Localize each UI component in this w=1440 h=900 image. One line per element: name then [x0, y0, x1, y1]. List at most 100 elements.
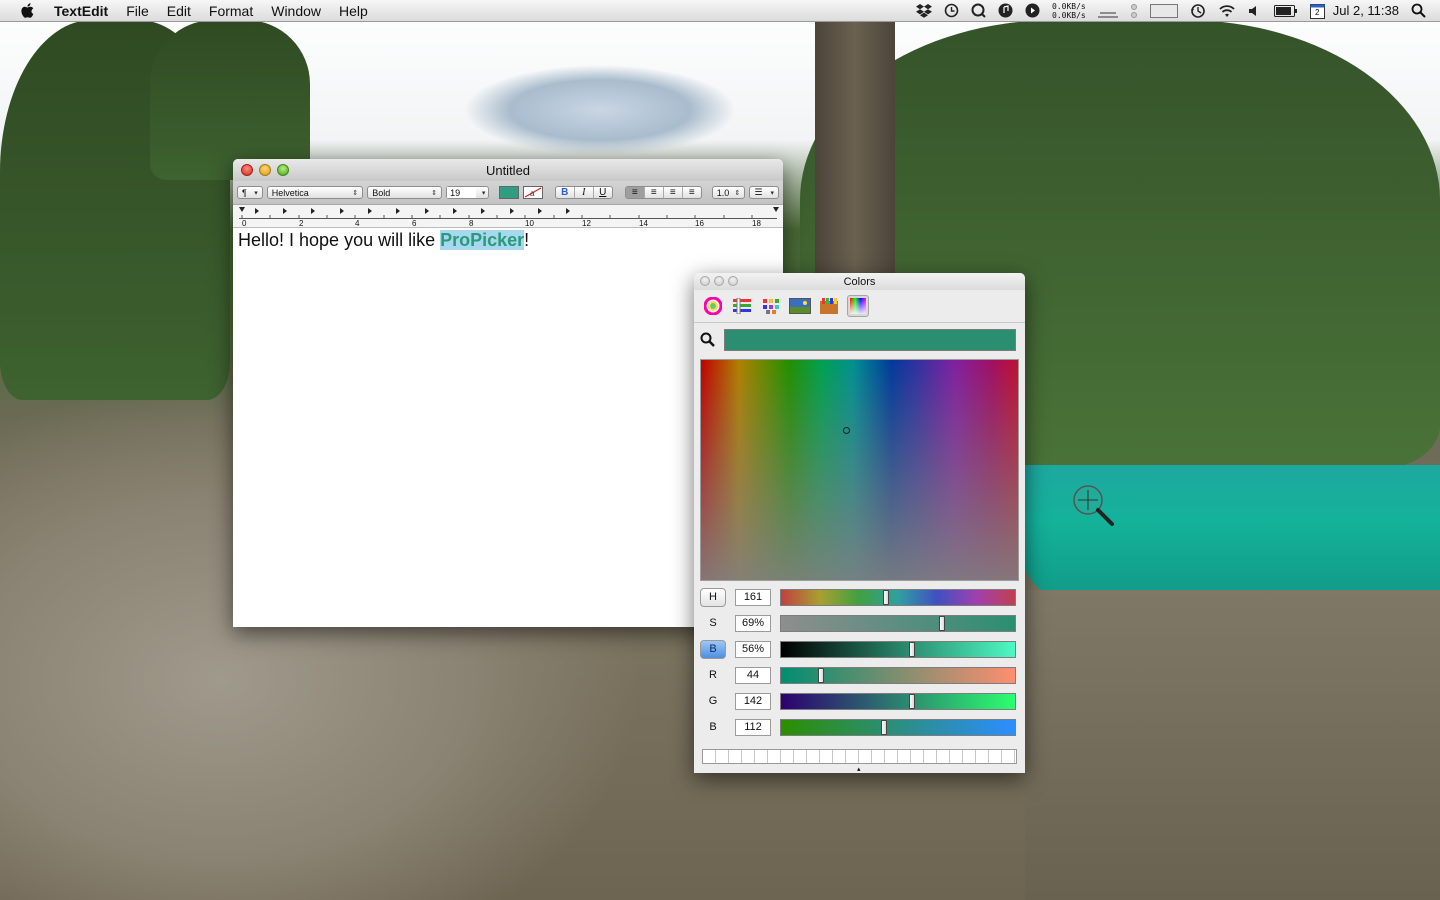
apple-menu-icon[interactable] [20, 2, 36, 19]
hue-label-button[interactable]: H [700, 587, 726, 607]
memory-gauge-icon[interactable] [1130, 3, 1138, 18]
saturation-label[interactable]: S [700, 614, 726, 633]
menu-file[interactable]: File [117, 3, 158, 19]
align-right-icon[interactable]: ≡ [664, 187, 683, 198]
loupe-cursor-icon [1072, 484, 1116, 528]
network-rate: 0.0KB/s 0.0KB/s [1052, 2, 1086, 20]
background-color-well[interactable]: a [523, 186, 543, 199]
battery-icon[interactable] [1273, 4, 1298, 17]
blue-slider-knob[interactable] [880, 719, 887, 735]
selected-text[interactable]: ProPicker [440, 230, 525, 250]
brightness-label-button[interactable]: B [700, 639, 726, 659]
color-sliders-icon[interactable] [731, 295, 753, 317]
minimize-button[interactable] [259, 164, 271, 176]
search-app-icon[interactable] [971, 3, 986, 18]
image-palettes-icon[interactable] [789, 295, 811, 317]
colors-panel: Colors H 161 S 69% B 56% R 44 G 142 B 11… [694, 273, 1025, 773]
saturation-slider-knob[interactable] [939, 615, 946, 631]
red-value-field[interactable]: 44 [735, 666, 771, 684]
play-icon[interactable] [1025, 3, 1040, 18]
spotlight-icon[interactable] [1411, 3, 1426, 18]
color-palettes-icon[interactable] [760, 295, 782, 317]
menu-app-name[interactable]: TextEdit [50, 3, 117, 19]
ruler-label: 4 [355, 219, 360, 228]
color-wheel-icon[interactable] [702, 295, 724, 317]
green-value-field[interactable]: 142 [735, 692, 771, 710]
magnifier-picker-icon[interactable] [698, 332, 718, 348]
menu-bar: TextEdit File Edit Format Window Help 0.… [0, 0, 1440, 22]
red-label[interactable]: R [700, 666, 726, 685]
body-text-end: ! [524, 230, 530, 250]
close-button[interactable] [241, 164, 253, 176]
ruler-label: 16 [695, 219, 704, 228]
cpu-gauge-icon[interactable] [1097, 4, 1118, 18]
hue-slider-row: H 161 [700, 587, 1020, 607]
underline-button[interactable]: U [594, 187, 612, 198]
updown-arrows-icon: ⇕ [431, 189, 438, 197]
volume-icon[interactable] [1248, 4, 1262, 18]
text-color-well[interactable] [499, 186, 520, 199]
color-spectrum[interactable] [700, 359, 1019, 581]
font-family-popup[interactable]: Helvetica ⇕ [266, 186, 364, 199]
blue-label[interactable]: B [700, 718, 726, 737]
wifi-icon[interactable] [1218, 4, 1236, 18]
updown-arrows-icon: ⇕ [734, 189, 741, 197]
line-spacing-value: 1.0 [716, 187, 730, 198]
zoom-button[interactable] [277, 164, 289, 176]
green-slider[interactable] [780, 692, 1016, 710]
dropbox-icon[interactable] [916, 3, 933, 18]
brightness-slider-row: B 56% [700, 639, 1020, 659]
minimize-button[interactable] [714, 276, 724, 286]
green-label[interactable]: G [700, 692, 726, 711]
brightness-slider[interactable] [780, 640, 1016, 658]
align-center-icon[interactable]: ≡ [645, 187, 664, 198]
saturation-value-field[interactable]: 69% [735, 614, 771, 632]
font-style-popup[interactable]: Bold ⇕ [367, 186, 443, 199]
zoom-button[interactable] [728, 276, 738, 286]
align-justify-icon[interactable]: ≡ [683, 187, 701, 198]
align-left-icon[interactable]: ≡ [625, 187, 645, 198]
crayons-icon[interactable] [818, 295, 840, 317]
paragraph-styles-popup[interactable]: ¶ ▾ [237, 186, 263, 199]
menu-window[interactable]: Window [262, 3, 330, 19]
green-slider-knob[interactable] [909, 693, 916, 709]
current-color-well[interactable] [724, 329, 1016, 351]
text-area[interactable]: Hello! I hope you will like ProPicker! [233, 228, 783, 253]
menu-format[interactable]: Format [200, 3, 262, 19]
time-machine-icon[interactable] [1190, 3, 1206, 19]
red-slider-row: R 44 [700, 665, 1020, 685]
brightness-slider-knob[interactable] [909, 641, 916, 657]
font-size-combo[interactable]: 19 ▾ [446, 186, 490, 199]
hue-value-field[interactable]: 161 [735, 588, 771, 606]
swatch-resize-handle[interactable]: ▴ [857, 765, 861, 773]
disk-gauge-icon[interactable] [1149, 3, 1178, 18]
blue-slider[interactable] [780, 718, 1016, 736]
close-button[interactable] [700, 276, 710, 286]
list-bullets-popup[interactable]: ☰ ▾ [749, 186, 779, 199]
colors-titlebar[interactable]: Colors [694, 273, 1025, 290]
spectrum-icon[interactable] [847, 295, 869, 317]
menu-edit[interactable]: Edit [158, 3, 200, 19]
paragraph-mark: ¶ [242, 187, 247, 198]
red-slider-knob[interactable] [817, 667, 824, 683]
saturation-slider[interactable] [780, 614, 1016, 632]
timer-icon[interactable] [944, 3, 959, 18]
color-swatch-strip[interactable] [702, 749, 1017, 764]
spectrum-cursor[interactable] [843, 427, 850, 434]
calendar-icon[interactable]: 2 [1309, 3, 1325, 19]
format-toolbar: ¶ ▾ Helvetica ⇕ Bold ⇕ 19 ▾ a B I U ≡ ≡ ≡ ≡ … [233, 181, 783, 205]
ruler[interactable]: 0 2 4 6 8 10 12 14 16 18 [233, 205, 783, 228]
brightness-value-field[interactable]: 56% [735, 640, 771, 658]
clock-text[interactable]: Jul 2, 11:38 [1333, 3, 1399, 18]
italic-button[interactable]: I [575, 187, 594, 198]
line-spacing-popup[interactable]: 1.0 ⇕ [711, 186, 746, 199]
font-size-value[interactable]: 19 [447, 187, 477, 198]
bold-button[interactable]: B [556, 187, 575, 198]
red-slider[interactable] [780, 666, 1016, 684]
hue-slider-knob[interactable] [883, 589, 890, 605]
music-icon[interactable] [998, 3, 1013, 18]
menu-help[interactable]: Help [330, 3, 377, 19]
blue-value-field[interactable]: 112 [735, 718, 771, 736]
hue-slider[interactable] [780, 588, 1016, 606]
textedit-titlebar[interactable]: Untitled [233, 159, 783, 181]
